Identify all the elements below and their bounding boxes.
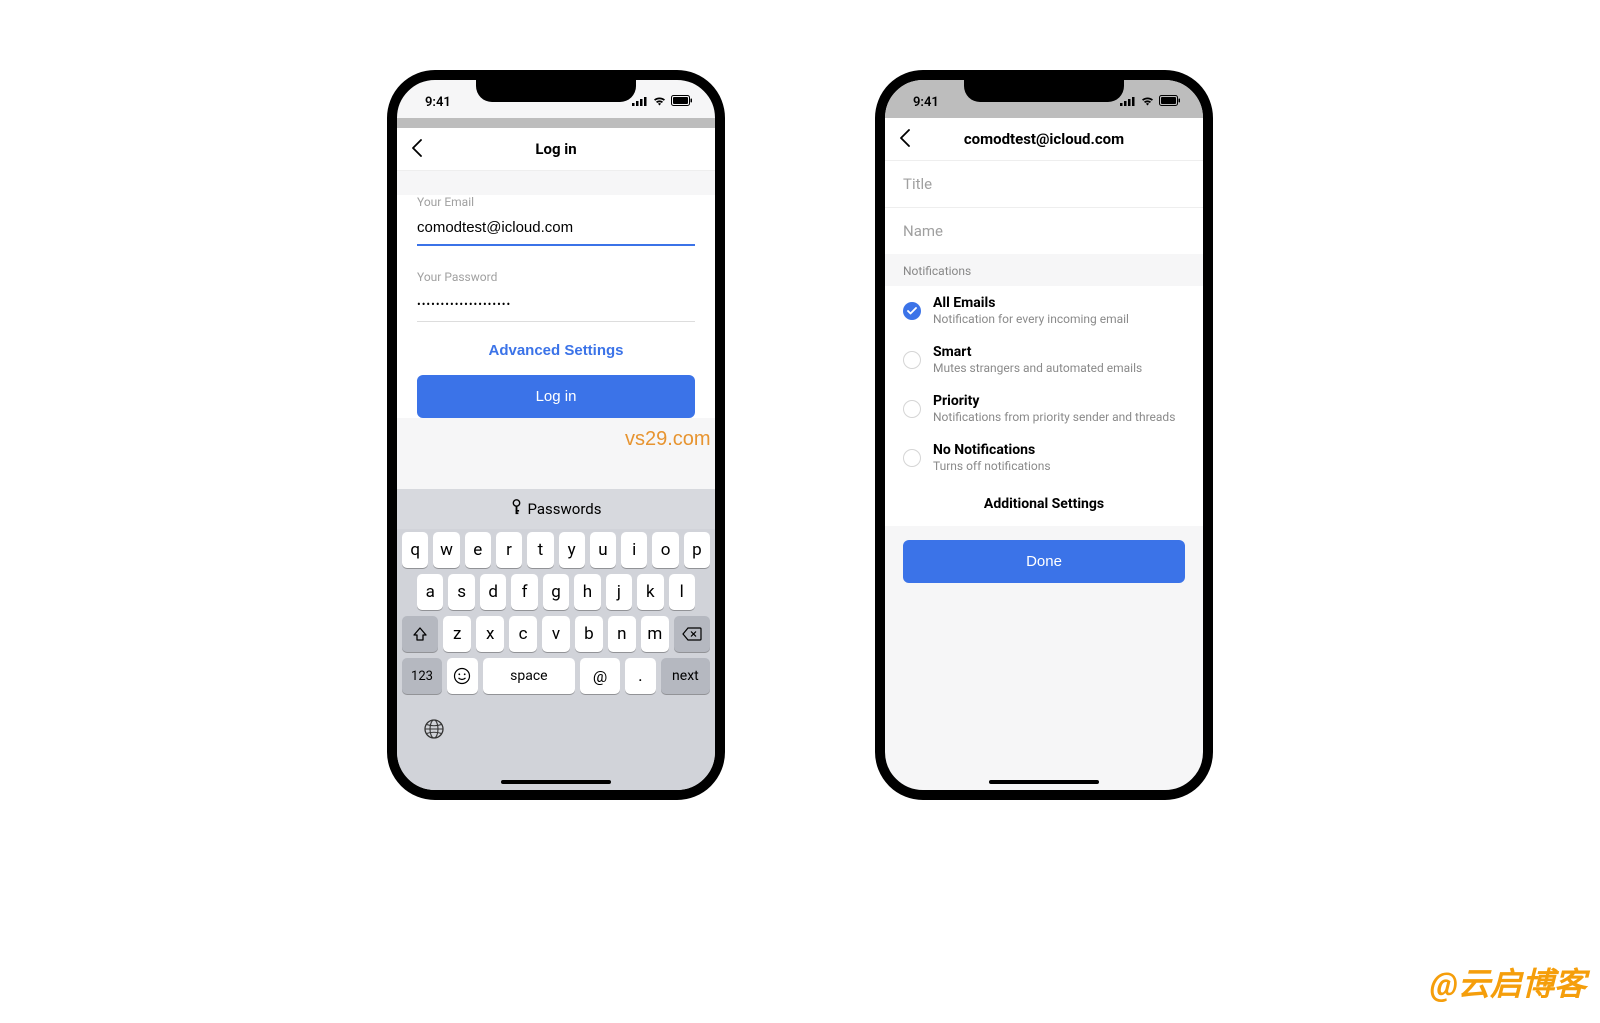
status-icons (1120, 95, 1181, 110)
emoji-key[interactable] (447, 658, 478, 694)
numbers-key[interactable]: 123 (402, 658, 442, 694)
key-q[interactable]: q (402, 532, 428, 568)
watermark-center: vs29.com (625, 428, 711, 451)
key-h[interactable]: h (574, 574, 600, 610)
status-time: 9:41 (913, 95, 939, 110)
back-icon[interactable] (411, 139, 423, 160)
key-b[interactable]: b (575, 616, 603, 652)
nav-bar: comodtest@icloud.com (885, 118, 1203, 161)
key-v[interactable]: v (542, 616, 570, 652)
signal-icon (632, 95, 648, 110)
option-title: Smart (933, 344, 1142, 360)
space-key[interactable]: space (483, 658, 575, 694)
globe-key[interactable] (397, 702, 715, 744)
login-button[interactable]: Log in (417, 375, 695, 418)
signal-icon (1120, 95, 1136, 110)
nav-title: Log in (535, 140, 576, 158)
email-field[interactable] (417, 209, 695, 246)
watermark-corner: @云启博客 (1430, 959, 1586, 1005)
grey-strip (397, 118, 715, 128)
option-subtitle: Notification for every incoming email (933, 312, 1129, 326)
name-field[interactable]: Name (885, 208, 1203, 254)
key-e[interactable]: e (465, 532, 491, 568)
notch (964, 80, 1124, 102)
battery-icon (671, 95, 693, 110)
key-i[interactable]: i (621, 532, 647, 568)
key-n[interactable]: n (608, 616, 636, 652)
radio-unchecked-icon (903, 449, 921, 467)
key-m[interactable]: m (641, 616, 669, 652)
password-label: Your Password (417, 270, 695, 284)
key-u[interactable]: u (590, 532, 616, 568)
home-indicator[interactable] (501, 780, 611, 784)
notification-option-priority[interactable]: PriorityNotifications from priority send… (885, 384, 1203, 433)
key-f[interactable]: f (511, 574, 537, 610)
key-icon (511, 499, 522, 519)
title-field[interactable]: Title (885, 161, 1203, 208)
key-t[interactable]: t (527, 532, 553, 568)
backspace-key[interactable] (674, 616, 710, 652)
key-o[interactable]: o (652, 532, 678, 568)
key-p[interactable]: p (684, 532, 710, 568)
key-w[interactable]: w (433, 532, 459, 568)
email-label: Your Email (417, 195, 695, 209)
phone-settings: 9:41 comodtest@icloud.com Title Name (875, 70, 1213, 800)
key-j[interactable]: j (606, 574, 632, 610)
radio-unchecked-icon (903, 400, 921, 418)
option-title: Priority (933, 393, 1175, 409)
done-button[interactable]: Done (903, 540, 1185, 583)
option-title: All Emails (933, 295, 1129, 311)
wifi-icon (1140, 95, 1155, 110)
option-title: No Notifications (933, 442, 1051, 458)
status-icons (632, 95, 693, 110)
at-key[interactable]: @ (580, 658, 620, 694)
option-subtitle: Notifications from priority sender and t… (933, 410, 1175, 424)
radio-unchecked-icon (903, 351, 921, 369)
key-c[interactable]: c (509, 616, 537, 652)
notification-option-all-emails[interactable]: All EmailsNotification for every incomin… (885, 286, 1203, 335)
shift-key[interactable] (402, 616, 438, 652)
notification-option-smart[interactable]: SmartMutes strangers and automated email… (885, 335, 1203, 384)
passwords-suggestion-label: Passwords (528, 500, 602, 518)
key-a[interactable]: a (417, 574, 443, 610)
next-key[interactable]: next (661, 658, 710, 694)
notifications-header: Notifications (885, 254, 1203, 286)
key-g[interactable]: g (543, 574, 569, 610)
home-indicator[interactable] (989, 780, 1099, 784)
key-s[interactable]: s (448, 574, 474, 610)
status-time: 9:41 (425, 95, 451, 110)
nav-bar: Log in (397, 128, 715, 171)
notifications-list: All EmailsNotification for every incomin… (885, 286, 1203, 482)
radio-checked-icon (903, 302, 921, 320)
passwords-suggestion[interactable]: Passwords (397, 489, 715, 529)
keyboard: Passwords qwertyuiop asdfghjkl zxcvbnm 1… (397, 489, 715, 790)
key-y[interactable]: y (559, 532, 585, 568)
key-x[interactable]: x (476, 616, 504, 652)
notification-option-no-notifications[interactable]: No NotificationsTurns off notifications (885, 433, 1203, 482)
advanced-settings-link[interactable]: Advanced Settings (417, 322, 695, 375)
nav-title: comodtest@icloud.com (964, 130, 1124, 148)
key-l[interactable]: l (669, 574, 695, 610)
additional-settings-link[interactable]: Additional Settings (885, 482, 1203, 526)
key-k[interactable]: k (637, 574, 663, 610)
key-z[interactable]: z (443, 616, 471, 652)
key-d[interactable]: d (480, 574, 506, 610)
notch (476, 80, 636, 102)
dot-key[interactable]: . (625, 658, 656, 694)
key-r[interactable]: r (496, 532, 522, 568)
option-subtitle: Turns off notifications (933, 459, 1051, 473)
settings-body: Title Name Notifications All EmailsNotif… (885, 161, 1203, 583)
password-field[interactable]: •••••••••••••••••••• (417, 284, 695, 322)
option-subtitle: Mutes strangers and automated emails (933, 361, 1142, 375)
back-icon[interactable] (899, 129, 911, 150)
wifi-icon (652, 95, 667, 110)
login-form: Your Email Your Password •••••••••••••••… (397, 195, 715, 418)
battery-icon (1159, 95, 1181, 110)
